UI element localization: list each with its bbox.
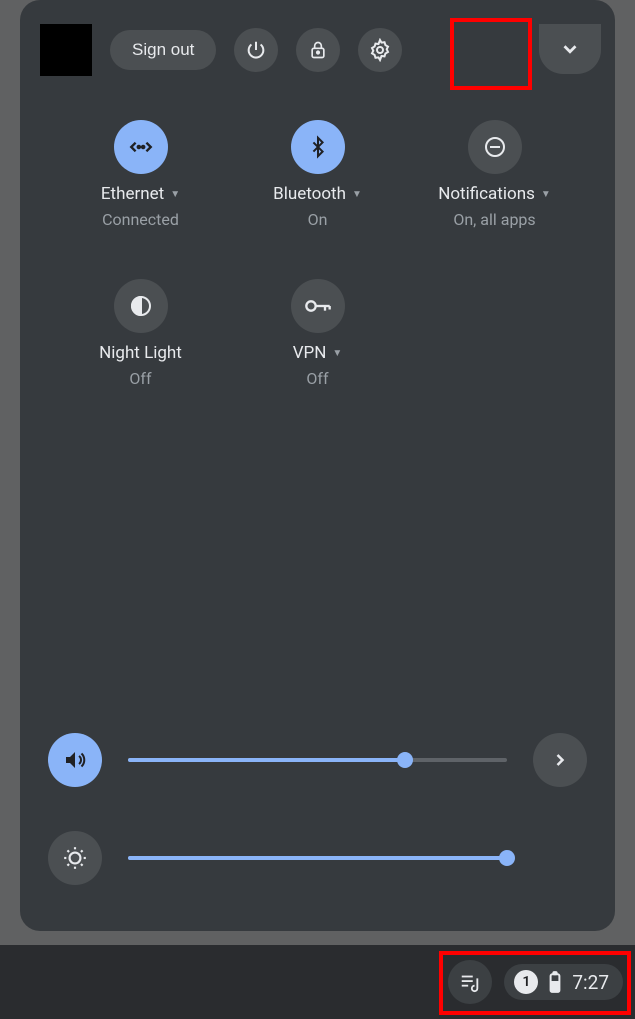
- ethernet-icon: [114, 120, 168, 174]
- brightness-icon: [62, 845, 88, 871]
- volume-slider-fill: [128, 758, 405, 762]
- brightness-slider-fill: [128, 856, 507, 860]
- lock-button[interactable]: [296, 28, 340, 72]
- audio-settings-expand[interactable]: [533, 733, 587, 787]
- lock-icon: [308, 39, 328, 61]
- brightness-slider[interactable]: [128, 856, 507, 860]
- tile-bluetooth-status: On: [308, 210, 328, 229]
- speaker-icon: [63, 748, 87, 772]
- brightness-slider-row: [48, 831, 587, 885]
- music-queue-icon: [459, 971, 481, 993]
- collapse-button[interactable]: [539, 24, 601, 74]
- quick-settings-tiles: Ethernet▼ Connected Bluetooth▼ On Notifi…: [34, 120, 601, 388]
- tile-vpn-status: Off: [306, 369, 328, 388]
- tile-bluetooth-label: Bluetooth▼: [273, 184, 362, 204]
- quick-settings-panel: Sign out Ethernet▼ Connected Bluetooth▼: [20, 0, 615, 931]
- tile-notifications[interactable]: Notifications▼ On, all apps: [406, 120, 583, 229]
- chevron-down-icon: [559, 38, 581, 60]
- tile-ethernet-label: Ethernet▼: [101, 184, 180, 204]
- volume-slider-row: [48, 733, 587, 787]
- battery-icon: [548, 971, 562, 993]
- bluetooth-icon: [291, 120, 345, 174]
- tile-vpn[interactable]: VPN▼ Off: [229, 279, 406, 388]
- shelf: 1 7:27: [0, 945, 635, 1019]
- header-row: Sign out: [34, 24, 601, 76]
- power-icon: [245, 39, 267, 61]
- brightness-icon-button[interactable]: [48, 831, 102, 885]
- settings-button[interactable]: [358, 28, 402, 72]
- tile-night-light[interactable]: Night Light Off: [52, 279, 229, 388]
- status-area[interactable]: 1 7:27: [504, 964, 623, 1000]
- power-button[interactable]: [234, 28, 278, 72]
- notification-count-badge: 1: [514, 970, 538, 994]
- tile-ethernet-status: Connected: [102, 210, 179, 229]
- night-light-icon: [114, 279, 168, 333]
- user-avatar[interactable]: [40, 24, 92, 76]
- volume-slider[interactable]: [128, 758, 507, 762]
- tile-notifications-label: Notifications▼: [438, 184, 551, 204]
- volume-icon-button[interactable]: [48, 733, 102, 787]
- tile-bluetooth[interactable]: Bluetooth▼ On: [229, 120, 406, 229]
- notifications-dnd-icon: [468, 120, 522, 174]
- sliders-section: [48, 733, 587, 885]
- tile-night-light-label: Night Light: [99, 343, 182, 363]
- tile-ethernet[interactable]: Ethernet▼ Connected: [52, 120, 229, 229]
- chevron-right-icon: [550, 750, 570, 770]
- media-controls-button[interactable]: [448, 960, 492, 1004]
- gear-icon: [368, 38, 392, 62]
- clock: 7:27: [572, 971, 609, 994]
- tile-notifications-status: On, all apps: [453, 210, 535, 229]
- volume-slider-thumb[interactable]: [397, 752, 413, 768]
- tile-night-light-status: Off: [129, 369, 151, 388]
- brightness-slider-thumb[interactable]: [499, 850, 515, 866]
- sign-out-button[interactable]: Sign out: [110, 30, 216, 70]
- vpn-key-icon: [291, 279, 345, 333]
- tile-vpn-label: VPN▼: [293, 343, 343, 363]
